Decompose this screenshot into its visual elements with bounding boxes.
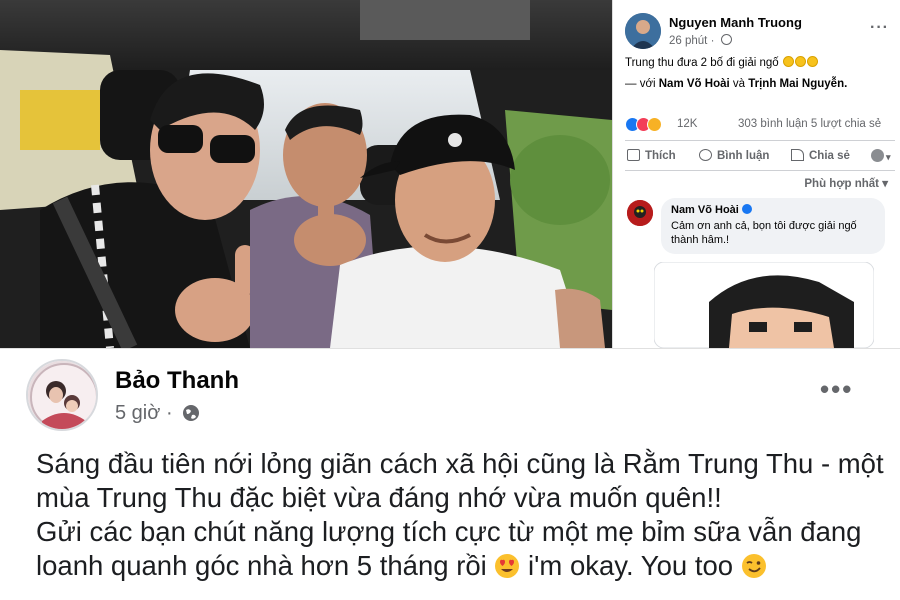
post-body: Sáng đầu tiên nới lỏng giãn cách xã hội … [36, 447, 886, 583]
post-text-line: Gửi các bạn chút năng lượng tích cực từ … [36, 516, 862, 547]
post-time-text[interactable]: 26 phút [669, 35, 707, 47]
share-icon [791, 149, 804, 161]
comment-sticker-image [653, 261, 875, 349]
comment-sticker [653, 261, 875, 349]
divider [625, 170, 895, 171]
post-actions: Thích Bình luận Chia sẻ ▾ [625, 147, 900, 167]
post-text-line: Sáng đầu tiên nới lỏng giãn cách xã hội … [36, 448, 884, 479]
meta-separator: · [165, 402, 173, 424]
globe-icon [720, 34, 732, 45]
post-time[interactable]: 5 giờ [115, 402, 160, 424]
commenter-name-text: Nam Võ Hoài [671, 204, 739, 216]
comment-sort-dropdown[interactable]: Phù hợp nhất ▾ [804, 176, 888, 190]
globe-icon [183, 405, 200, 421]
tag-prefix: — với [625, 78, 656, 90]
like-button[interactable]: Thích [627, 149, 676, 162]
comment-bubble: Nam Võ Hoài Cảm ơn anh cả, bọn tôi được … [661, 198, 885, 254]
grin-emoji-icon [782, 56, 794, 67]
commenter-avatar-image [627, 200, 653, 226]
post-header: Nguyen Manh Truong 26 phút · ··· [625, 13, 895, 53]
post-text-content: Trung thu đưa 2 bố đi giải ngố [625, 57, 779, 69]
comments-shares-count[interactable]: 303 bình luận 5 lượt chia sẻ [738, 118, 881, 130]
author-avatar[interactable] [26, 359, 98, 431]
post-text-line: mùa Trung Thu đặc biệt vừa đáng nhớ vừa … [36, 482, 722, 513]
verified-badge-icon [741, 204, 752, 214]
post-text: Trung thu đưa 2 bố đi giải ngố [625, 56, 818, 69]
reaction-count[interactable]: 12K [677, 118, 697, 130]
post-text-segment: i'm okay. You too [528, 550, 734, 581]
comment-label: Bình luận [717, 150, 770, 162]
post-meta: 5 giờ · [115, 402, 200, 425]
more-options-icon[interactable]: ••• [820, 376, 853, 402]
post-time: 26 phút · [669, 34, 732, 47]
author-name[interactable]: Nguyen Manh Truong [669, 15, 802, 30]
wink-emoji [741, 554, 766, 578]
grin-emoji-icon [794, 56, 806, 67]
author-avatar[interactable] [625, 13, 661, 49]
grin-emoji-icon [806, 56, 818, 67]
tagged-person-2[interactable]: Trịnh Mai Nguyễn. [748, 78, 847, 90]
more-options-icon[interactable]: ··· [870, 19, 889, 37]
reaction-icons[interactable] [625, 117, 673, 133]
tagged-people: — với Nam Võ Hoài và Trịnh Mai Nguyễn. [625, 78, 847, 90]
comment-text: Cảm ơn anh cả, bọn tôi được giải ngố thà… [671, 220, 857, 246]
commenter-avatar[interactable] [627, 200, 653, 226]
author-name[interactable]: Bảo Thanh [115, 367, 239, 395]
chevron-down-icon: ▾ [886, 152, 891, 162]
comment-button[interactable]: Bình luận [699, 149, 769, 162]
facebook-post-card: Bảo Thanh 5 giờ · ••• Sáng đầu tiên nới … [0, 348, 900, 600]
share-button[interactable]: Chia sẻ [791, 149, 850, 162]
like-label: Thích [645, 150, 676, 162]
post-text-line-last: loanh quanh góc nhà hơn 5 tháng rồi i'm … [36, 549, 886, 583]
screenshot-collage: Nguyen Manh Truong 26 phút · ··· Trung t… [0, 0, 900, 600]
reaction-stats: 12K 303 bình luận 5 lượt chia sẻ [625, 116, 895, 134]
author-avatar-image [625, 13, 661, 49]
tag-joiner: và [732, 78, 746, 90]
thumbs-up-icon [627, 149, 640, 161]
share-label: Chia sẻ [809, 150, 850, 162]
reaction-picker-button[interactable]: ▾ [871, 149, 891, 163]
sort-label: Phù hợp nhất [804, 178, 880, 190]
comment-icon [699, 149, 712, 161]
selfie-photo [0, 0, 612, 348]
divider [625, 140, 895, 141]
tagged-person-1[interactable]: Nam Võ Hoài [659, 78, 730, 90]
chevron-down-icon: ▾ [882, 178, 888, 190]
meta-separator: · [710, 35, 718, 47]
heart-eyes-emoji [495, 554, 520, 578]
author-avatar-image [28, 361, 96, 429]
post-text-segment: loanh quanh góc nhà hơn 5 tháng rồi [36, 550, 487, 581]
haha-reaction-icon [647, 117, 662, 132]
selfie-photo-illustration [0, 0, 612, 348]
commenter-name[interactable]: Nam Võ Hoài [671, 204, 875, 216]
user-avatar-icon [871, 149, 884, 162]
